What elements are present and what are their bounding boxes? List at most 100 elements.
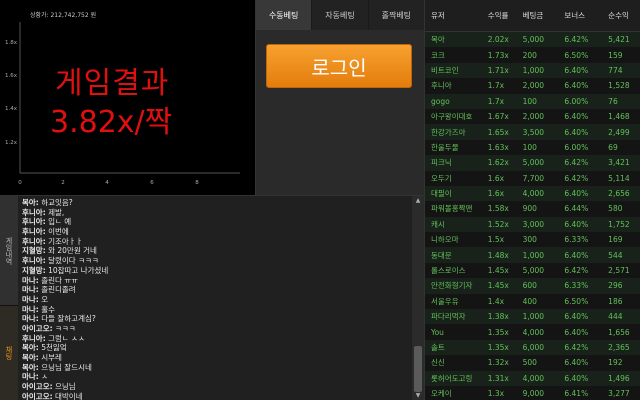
chat-username[interactable]: 마나: [22, 372, 39, 381]
chat-log: 복아: 하교잇음? 후니아: 제발, 후니아: 입ㄴ 예 후니아: 이번에 후니아: 기… [22, 198, 402, 400]
chat-text: 기조아ㅏㅏ [48, 236, 83, 246]
chat-username[interactable]: 후니아: [22, 227, 46, 236]
scroll-down-icon[interactable]: ▼ [412, 392, 424, 399]
cell-bonus: 6.42% [564, 173, 589, 183]
cell-user: 비트코인 [431, 65, 459, 75]
tab-game-history[interactable]: 게임내역 [0, 196, 18, 306]
game-screen: 상황가: 212,742,752 원 1.8x 1.6x 1.4x 1.2x 0246… [0, 0, 640, 400]
cell-bet-amount: 1,000 [522, 250, 545, 260]
chat-text: 다들 잘하고계심? [41, 314, 96, 324]
cell-bet-amount: 7,700 [522, 173, 545, 183]
cell-net-profit: 159 [608, 50, 623, 60]
x-tick-label: 0 [18, 180, 22, 186]
cell-multiplier: 1.71x [487, 65, 509, 75]
chat-username[interactable]: 후니아: [22, 334, 46, 343]
scrollbar-thumb[interactable] [414, 346, 422, 392]
cell-net-profit: 1,496 [608, 373, 630, 383]
cell-multiplier: 1.3x [487, 389, 505, 399]
chat-username[interactable]: 복아: [22, 343, 39, 352]
chat-username[interactable]: 복아: [22, 353, 39, 362]
cell-user: 서울우유 [431, 296, 459, 306]
chat-message: 지혈망: 10잡따고 나가셨네 [22, 266, 402, 276]
players-table-body: 복아 2.02x 5,000 6.42% 5,421 코크 1.73x 200 6.50% 159… [425, 32, 640, 400]
table-row: 한강가즈아 1.65x 3,500 6.40% 2,499 [425, 124, 640, 140]
tab-manual-bet[interactable]: 수동베팅 [256, 0, 313, 30]
tab-chat[interactable]: 채팅 [0, 306, 18, 400]
cell-bonus: 6.40% [564, 219, 589, 229]
chat-message: 마나: 홀수 [22, 305, 402, 315]
header-user: 유저 [431, 11, 445, 20]
cell-bet-amount: 600 [522, 281, 537, 291]
cell-bonus: 6.44% [564, 204, 589, 214]
chat-message: 마나: 졸린디졸려 [22, 285, 402, 295]
x-tick-label: 6 [150, 180, 154, 186]
cell-multiplier: 1.7x [487, 81, 505, 91]
cell-multiplier: 1.65x [487, 127, 509, 137]
chat-username[interactable]: 후니아: [22, 217, 46, 226]
login-button[interactable]: 로그인 [266, 44, 412, 88]
cell-bet-amount: 500 [522, 358, 537, 368]
chat-username[interactable]: 지혈망: [22, 266, 46, 275]
tab-chat-label: 채팅 [5, 346, 13, 360]
cell-bet-amount: 200 [522, 50, 537, 60]
chat-username[interactable]: 복아: [22, 363, 39, 372]
chat-username[interactable]: 마나: [22, 276, 39, 285]
cell-bonus: 6.40% [564, 65, 589, 75]
table-row: 비트코인 1.71x 1,000 6.40% 774 [425, 62, 640, 79]
chat-username[interactable]: 마나: [22, 285, 39, 294]
cell-net-profit: 2,365 [608, 343, 630, 352]
table-row: 코크 1.73x 200 6.50% 159 [425, 47, 640, 62]
cell-multiplier: 1.35x [487, 327, 509, 337]
chat-scrollbar[interactable]: ▲ ▼ [412, 196, 424, 400]
chat-username[interactable]: 아이고오: [22, 324, 53, 333]
cell-multiplier: 1.67x [487, 112, 509, 122]
cell-user: 파다리먹자 [431, 312, 466, 322]
chat-text: ㅋㅋㅋ [55, 323, 76, 333]
table-row: gogo 1.7x 100 6.00% 76 [425, 93, 640, 109]
chat-message: 마나: 다들 잘하고계심? [22, 314, 402, 324]
table-row: You 1.35x 4,000 6.40% 1,656 [425, 324, 640, 339]
chat-message: 마나: 졸린다 ㅠㅠ [22, 276, 402, 286]
y-tick-label: 1.6x [5, 73, 18, 79]
cell-multiplier: 2.02x [487, 35, 509, 45]
cell-net-profit: 5,114 [608, 173, 630, 183]
y-tick-label: 1.4x [5, 106, 18, 112]
table-row: 롯허어도고링 1.31x 4,000 6.40% 1,496 [425, 370, 640, 386]
cell-bonus: 6.00% [564, 96, 589, 106]
x-tick-label: 8 [195, 180, 199, 186]
chat-username[interactable]: 마나: [22, 305, 39, 314]
chat-username[interactable]: 아이고오: [22, 382, 53, 391]
table-row: 파다리먹자 1.38x 1,000 6.40% 444 [425, 309, 640, 325]
cell-bet-amount: 4,000 [522, 189, 545, 199]
cell-user: 대필이 [431, 189, 452, 199]
tab-auto-bet[interactable]: 자동베팅 [312, 0, 369, 30]
cell-net-profit: 296 [608, 281, 623, 291]
header-net-profit: 순수익 [608, 11, 629, 20]
chat-username[interactable]: 마나: [22, 314, 39, 323]
scroll-up-icon[interactable]: ▲ [412, 197, 424, 204]
cell-user: 오두기 [431, 173, 452, 183]
chat-username[interactable]: 복아: [22, 198, 39, 207]
chat-username[interactable]: 아이고오: [22, 392, 53, 400]
cell-bonus: 6.00% [564, 142, 589, 152]
y-tick-label: 1.2x [5, 140, 18, 146]
chat-message: 후니아: 이번에 [22, 227, 402, 237]
cell-bonus: 6.42% [564, 158, 589, 168]
chat-username[interactable]: 지혈망: [22, 246, 46, 255]
cell-bonus: 6.50% [564, 50, 589, 60]
table-row: 대필이 1.6x 4,000 6.40% 2,656 [425, 185, 640, 202]
tab-game-history-label: 게임내역 [5, 236, 13, 265]
chat-username[interactable]: 후니아: [22, 208, 46, 217]
cell-net-profit: 1,528 [608, 81, 630, 91]
game-result-title: 게임결과 [55, 66, 170, 101]
chat-side-tabs: 게임내역 채팅 [0, 196, 18, 400]
cell-bonus: 6.42% [564, 266, 589, 276]
chat-username[interactable]: 후니아: [22, 237, 46, 246]
chat-message: 후니아: 달렸이다 ㅋㅋㅋ [22, 256, 402, 266]
chat-username[interactable]: 마나: [22, 295, 39, 304]
cell-net-profit: 2,499 [608, 127, 630, 137]
table-row: 한울두물 1.63x 100 6.00% 69 [425, 140, 640, 155]
chat-text: 오 [41, 294, 49, 304]
chat-username[interactable]: 후니아: [22, 256, 46, 265]
tab-odd-even-bet[interactable]: 홀짝베팅 [369, 0, 424, 30]
